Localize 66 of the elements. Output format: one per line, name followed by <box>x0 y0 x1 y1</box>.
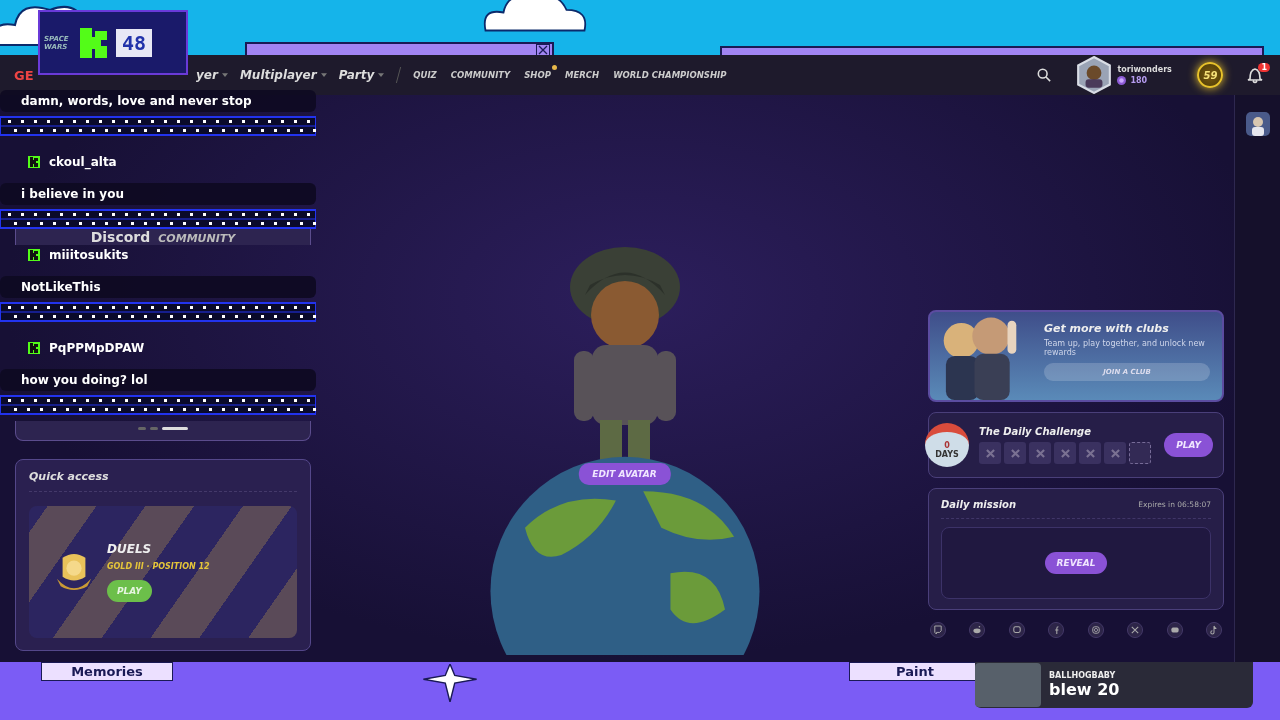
cross-icon[interactable] <box>1127 622 1144 638</box>
platform-badge-icon <box>28 249 40 261</box>
play-button[interactable]: PLAY <box>1164 433 1213 457</box>
chat-username: PqPPMpDPAW <box>49 341 145 355</box>
card-description: Team up, play together, and unlock new rewards <box>1044 339 1206 357</box>
close-icon[interactable] <box>536 44 550 56</box>
card-title: Daily mission <box>941 499 1017 510</box>
duels-card[interactable]: DUELS GOLD III · POSITION 12 PLAY <box>29 506 297 638</box>
alert-username: BALLHOGBABY <box>1049 671 1117 680</box>
letter-f-icon[interactable] <box>1048 622 1065 638</box>
cross-icon <box>985 448 995 458</box>
mode-title: DUELS <box>107 542 153 556</box>
notification-badge: 1 <box>1258 62 1270 72</box>
nav-menu[interactable]: Multiplayer <box>239 68 327 82</box>
camera-icon[interactable] <box>1087 622 1104 638</box>
streak-count: 0 <box>944 440 950 450</box>
cross-icon <box>1010 448 1020 458</box>
viewer-count: 48 <box>116 28 153 57</box>
cross-icon <box>1060 448 1070 458</box>
cross-icon <box>1035 448 1045 458</box>
alert-message: blew 20 <box>1049 680 1120 699</box>
card-title: Get more with clubs <box>1044 322 1170 335</box>
promo-title: Discord <box>90 229 151 245</box>
caret-icon <box>378 73 385 77</box>
chat-username: ckoul_alta <box>49 155 117 169</box>
note-icon[interactable] <box>1205 622 1222 638</box>
chat-message: NotLikeThis <box>0 276 316 298</box>
caret-icon <box>320 73 327 77</box>
nav-menu[interactable]: Party <box>338 68 385 82</box>
nav-link[interactable]: MERCH <box>564 70 600 80</box>
bell-icon[interactable] <box>1247 66 1264 84</box>
play-box-icon[interactable] <box>1166 622 1183 638</box>
star-cursor-icon <box>421 664 479 702</box>
platform-badge-icon <box>28 342 40 354</box>
nav-link[interactable]: COMMUNITY <box>450 70 511 80</box>
nav-menu[interactable]: yer <box>196 68 228 82</box>
promo-subtitle: COMMUNITY <box>158 231 236 247</box>
scene-label: Memories <box>41 662 173 681</box>
chat-username: miiitosukits <box>49 248 129 262</box>
search-icon[interactable] <box>1037 68 1052 82</box>
speech-box-icon[interactable] <box>930 622 946 638</box>
username[interactable]: toriwonders <box>1117 65 1198 74</box>
cross-icon <box>1085 448 1095 458</box>
cross-icon <box>1110 448 1120 458</box>
edit-avatar-button[interactable]: EDIT AVATAR <box>578 463 671 485</box>
reveal-button[interactable]: REVEAL <box>1044 552 1108 574</box>
rank-label: GOLD III · POSITION 12 <box>107 562 210 571</box>
nav-link[interactable]: SHOP <box>524 70 551 80</box>
photo-placeholder <box>975 663 1041 707</box>
streak-unit: DAYS <box>935 449 959 459</box>
chat-message: how you doing? lol <box>0 369 316 391</box>
level-badge: 59 <box>1197 62 1224 88</box>
caret-icon <box>221 73 228 77</box>
alien-head-icon[interactable] <box>969 622 986 638</box>
chat-message: i believe in you <box>0 183 316 205</box>
promo-banner[interactable]: Discord COMMUNITY <box>15 229 311 245</box>
coin-icon <box>1117 76 1127 85</box>
coin-count: 180 <box>1130 76 1148 85</box>
avatar-icon[interactable] <box>1075 56 1114 94</box>
chat-message: damn, words, love and never stop <box>0 90 316 112</box>
platform-badge-icon <box>28 156 40 168</box>
avatar-icon[interactable] <box>1245 112 1270 136</box>
nav-link[interactable]: WORLD CHAMPIONSHIP <box>613 70 727 80</box>
nav-link[interactable]: QUIZ <box>413 70 437 80</box>
card-title: The Daily Challenge <box>979 426 1092 437</box>
panel-title: Quick access <box>29 470 110 483</box>
